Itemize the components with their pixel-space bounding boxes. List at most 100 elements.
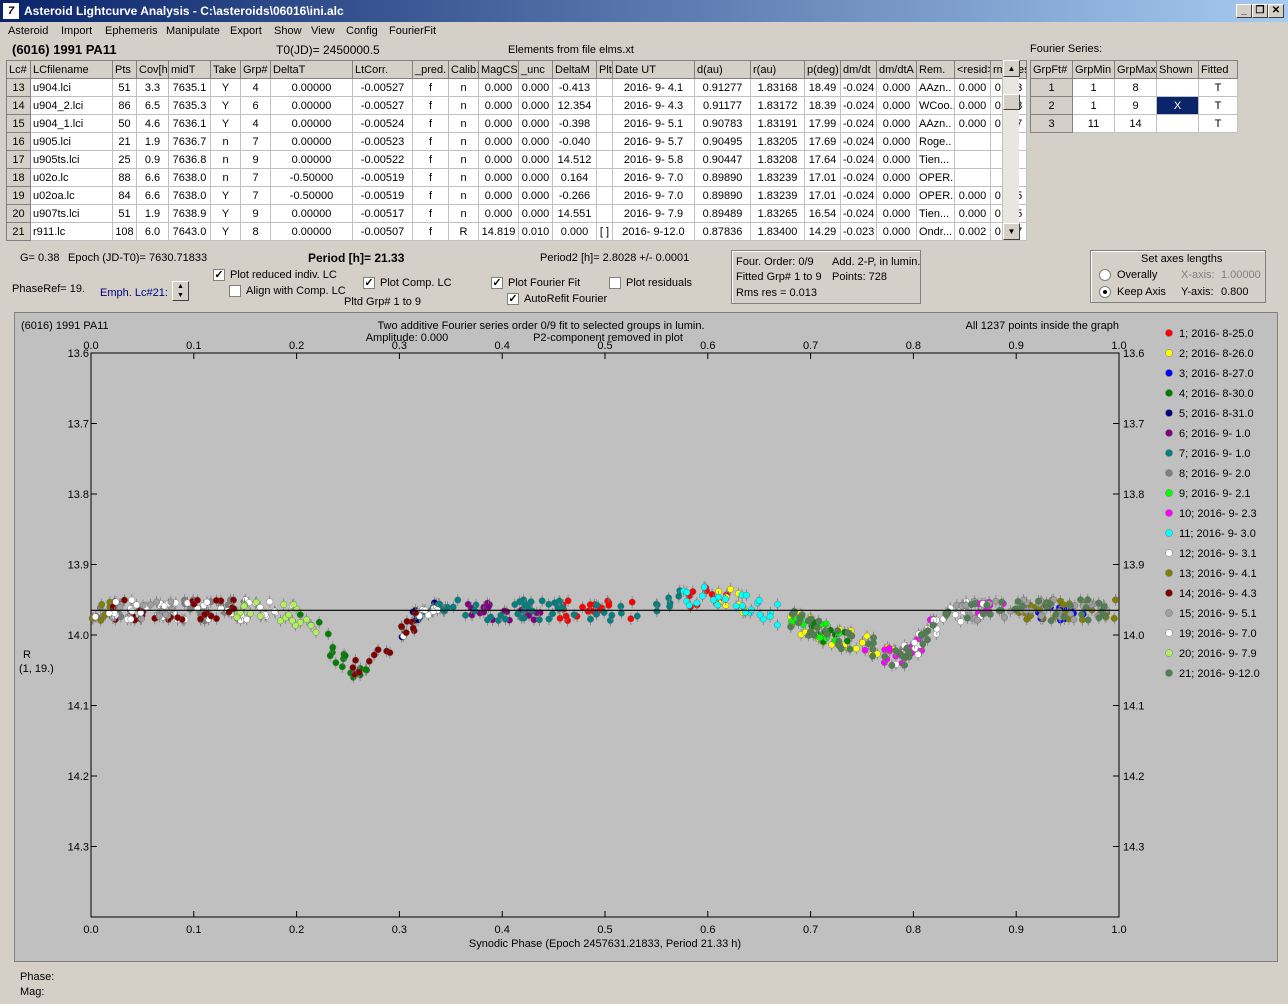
table-cell[interactable]: 0.9	[136, 150, 169, 169]
table-cell[interactable]: 17.99	[804, 114, 841, 133]
table-cell[interactable]: -0.00527	[352, 96, 413, 115]
column-header[interactable]: <resid>	[954, 60, 991, 79]
table-cell[interactable]: 3.3	[136, 78, 169, 97]
table-cell[interactable]: -0.00517	[352, 204, 413, 223]
table-row[interactable]: 16 u905.lci 21 1.9 7636.7 n 7 0.00000 -0.00523 f n…	[6, 132, 1027, 151]
fourier-cell[interactable]: 1	[1030, 78, 1073, 97]
table-cell[interactable]: -0.024	[840, 186, 877, 205]
y-axis-value[interactable]: 0.800	[1221, 286, 1249, 298]
table-cell[interactable]: -0.024	[840, 78, 877, 97]
spin-down-icon[interactable]: ▼	[173, 291, 188, 300]
table-cell[interactable]: -0.398	[552, 114, 597, 133]
table-cell[interactable]: 108	[112, 222, 137, 241]
table-cell[interactable]: 2016- 9- 7.0	[612, 186, 695, 205]
table-cell[interactable]: 16	[6, 132, 31, 151]
menu-show[interactable]: Show	[274, 25, 302, 37]
table-cell[interactable]: 1.83172	[750, 96, 805, 115]
table-cell[interactable]: f	[412, 132, 449, 151]
table-cell[interactable]: -0.024	[840, 150, 877, 169]
table-cell[interactable]: 0.000	[876, 132, 917, 151]
table-cell[interactable]: u905ts.lci	[30, 150, 113, 169]
table-cell[interactable]: 0.90783	[694, 114, 751, 133]
table-cell[interactable]: 0.002	[954, 222, 991, 241]
table-cell[interactable]: -0.023	[840, 222, 877, 241]
table-cell[interactable]: 19	[6, 186, 31, 205]
table-cell[interactable]: 0.000	[518, 204, 553, 223]
fourier-row[interactable]: 219XT	[1030, 96, 1238, 115]
table-cell[interactable]	[596, 96, 613, 115]
scroll-thumb[interactable]	[1003, 94, 1020, 110]
table-cell[interactable]: Y	[210, 114, 241, 133]
column-header[interactable]: DeltaM	[552, 60, 597, 79]
plot-comp-checkbox[interactable]: ✓	[363, 277, 375, 289]
table-cell[interactable]: 0.000	[478, 132, 519, 151]
column-header[interactable]: midT	[168, 60, 211, 79]
menu-export[interactable]: Export	[230, 25, 262, 37]
table-cell[interactable]: OPER.	[916, 186, 955, 205]
table-cell[interactable]: 0.000	[552, 222, 597, 241]
table-cell[interactable]: 0.000	[518, 132, 553, 151]
table-cell[interactable]: 9	[240, 204, 271, 223]
table-cell[interactable]: 0.000	[876, 150, 917, 169]
fourier-cell[interactable]: 8	[1114, 78, 1157, 97]
fourier-cell[interactable]: 11	[1072, 114, 1115, 133]
table-cell[interactable]: 18.49	[804, 78, 841, 97]
table-cell[interactable]: n	[448, 204, 479, 223]
table-cell[interactable]: f	[412, 204, 449, 223]
column-header[interactable]: LtCorr.	[352, 60, 413, 79]
align-comp-checkbox[interactable]	[229, 285, 241, 297]
table-cell[interactable]: Roge..	[916, 132, 955, 151]
table-cell[interactable]: 0.90447	[694, 150, 751, 169]
table-cell[interactable]: u907ts.lci	[30, 204, 113, 223]
table-cell[interactable]	[596, 150, 613, 169]
minimize-button[interactable]: _	[1236, 4, 1252, 18]
fourier-cell[interactable]: 2	[1030, 96, 1073, 115]
table-cell[interactable]: 4.6	[136, 114, 169, 133]
table-cell[interactable]: 1.83265	[750, 204, 805, 223]
fourier-row[interactable]: 118T	[1030, 78, 1238, 97]
table-cell[interactable]: 0.000	[876, 114, 917, 133]
table-cell[interactable]: 7635.1	[168, 78, 211, 97]
table-cell[interactable]: 0.00000	[270, 132, 353, 151]
table-cell[interactable]: f	[412, 222, 449, 241]
table-cell[interactable]: 0.000	[954, 204, 991, 223]
table-cell[interactable]: 0.000	[876, 78, 917, 97]
table-cell[interactable]: u904_2.lci	[30, 96, 113, 115]
table-row[interactable]: 17 u905ts.lci 25 0.9 7636.8 n 9 0.00000 -0.00522…	[6, 150, 1027, 169]
table-cell[interactable]: 1.83239	[750, 186, 805, 205]
table-cell[interactable]: 0.89489	[694, 204, 751, 223]
fourier-column-header[interactable]: Shown	[1156, 60, 1199, 79]
column-header[interactable]: d(au)	[694, 60, 751, 79]
table-cell[interactable]: WCoo..	[916, 96, 955, 115]
table-row[interactable]: 21 r911.lc 108 6.0 7643.0 Y 8 0.00000 -0.00507 f R…	[6, 222, 1027, 241]
x-axis-value[interactable]: 1.00000	[1221, 269, 1261, 281]
table-cell[interactable]: 1.83205	[750, 132, 805, 151]
table-cell[interactable]: -0.024	[840, 168, 877, 187]
table-cell[interactable]: 0.164	[552, 168, 597, 187]
table-cell[interactable]: -0.00524	[352, 114, 413, 133]
table-cell[interactable]: 14.551	[552, 204, 597, 223]
table-cell[interactable]: 0.91177	[694, 96, 751, 115]
table-cell[interactable]: u904.lci	[30, 78, 113, 97]
table-cell[interactable]	[954, 168, 991, 187]
table-cell[interactable]: 7636.1	[168, 114, 211, 133]
table-cell[interactable]: f	[412, 114, 449, 133]
table-cell[interactable]: [ ]	[596, 222, 613, 241]
column-header[interactable]: r(au)	[750, 60, 805, 79]
fourier-cell[interactable]: 1	[1072, 96, 1115, 115]
table-cell[interactable]: 14.512	[552, 150, 597, 169]
table-row[interactable]: 15 u904_1.lci 50 4.6 7636.1 Y 4 0.00000 -0.00524…	[6, 114, 1027, 133]
table-cell[interactable]: n	[448, 114, 479, 133]
table-cell[interactable]: 0.00000	[270, 150, 353, 169]
column-header[interactable]: Plt	[596, 60, 613, 79]
table-cell[interactable]: 1.83168	[750, 78, 805, 97]
table-cell[interactable]: 17.69	[804, 132, 841, 151]
menu-manipulate[interactable]: Manipulate	[166, 25, 220, 37]
fourier-cell[interactable]: 9	[1114, 96, 1157, 115]
menu-view[interactable]: View	[311, 25, 335, 37]
table-cell[interactable]: -0.413	[552, 78, 597, 97]
table-cell[interactable]: 0.000	[478, 96, 519, 115]
table-cell[interactable]: 17.01	[804, 168, 841, 187]
table-cell[interactable]: 0.000	[876, 96, 917, 115]
plot-residuals-checkbox[interactable]	[609, 277, 621, 289]
